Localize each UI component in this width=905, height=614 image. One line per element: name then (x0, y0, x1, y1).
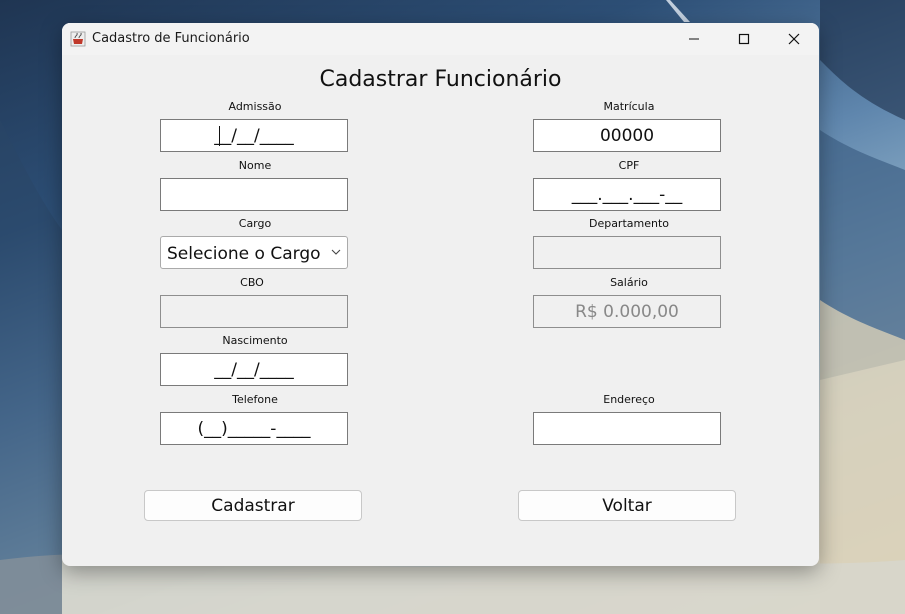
departamento-label: Departamento (588, 217, 670, 230)
close-button[interactable] (771, 23, 817, 55)
main-window: Cadastro de Funcionário Cadastrar Funcio… (62, 23, 819, 566)
matricula-label: Matrícula (603, 100, 655, 113)
cbo-field (160, 295, 348, 328)
nome-label: Nome (238, 159, 272, 172)
java-cup-icon (70, 31, 86, 47)
cargo-select[interactable]: Selecione o Cargo (160, 236, 348, 269)
admissao-label: Admissão (228, 100, 282, 113)
cpf-value: ___.___.___-__ (571, 184, 683, 205)
cargo-selected-value: Selecione o Cargo (167, 244, 321, 264)
form-heading: Cadastrar Funcionário (319, 67, 562, 92)
matricula-field[interactable]: 00000 (533, 119, 721, 152)
telefone-field[interactable]: (__)_____-____ (160, 412, 348, 445)
cbo-label: CBO (240, 276, 264, 289)
nascimento-field[interactable]: __/__/____ (160, 353, 348, 386)
maximize-button[interactable] (721, 23, 767, 55)
chevron-down-icon (331, 249, 341, 255)
cargo-label: Cargo (238, 217, 272, 230)
salario-value: R$ 0.000,00 (575, 301, 679, 322)
admissao-value: __/__/____ (214, 125, 294, 146)
close-icon (788, 33, 800, 45)
cpf-field[interactable]: ___.___.___-__ (533, 178, 721, 211)
nascimento-value: __/__/____ (214, 359, 294, 380)
maximize-icon (738, 33, 750, 45)
minimize-icon (689, 38, 699, 40)
telefone-label: Telefone (232, 393, 278, 406)
title-bar[interactable]: Cadastro de Funcionário (62, 23, 819, 55)
salario-label: Salário (610, 276, 648, 289)
text-caret (219, 126, 220, 146)
endereco-label: Endereço (603, 393, 655, 406)
nascimento-label: Nascimento (222, 334, 288, 347)
window-title: Cadastro de Funcionário (92, 31, 250, 46)
cpf-label: CPF (618, 159, 640, 172)
cadastrar-button[interactable]: Cadastrar (144, 490, 362, 521)
nome-field[interactable] (160, 178, 348, 211)
matricula-value: 00000 (599, 125, 655, 146)
voltar-button[interactable]: Voltar (518, 490, 736, 521)
endereco-field[interactable] (533, 412, 721, 445)
telefone-value: (__)_____-____ (197, 418, 311, 439)
minimize-button[interactable] (671, 23, 717, 55)
departamento-field (533, 236, 721, 269)
admissao-field[interactable]: __/__/____ (160, 119, 348, 152)
salario-field: R$ 0.000,00 (533, 295, 721, 328)
